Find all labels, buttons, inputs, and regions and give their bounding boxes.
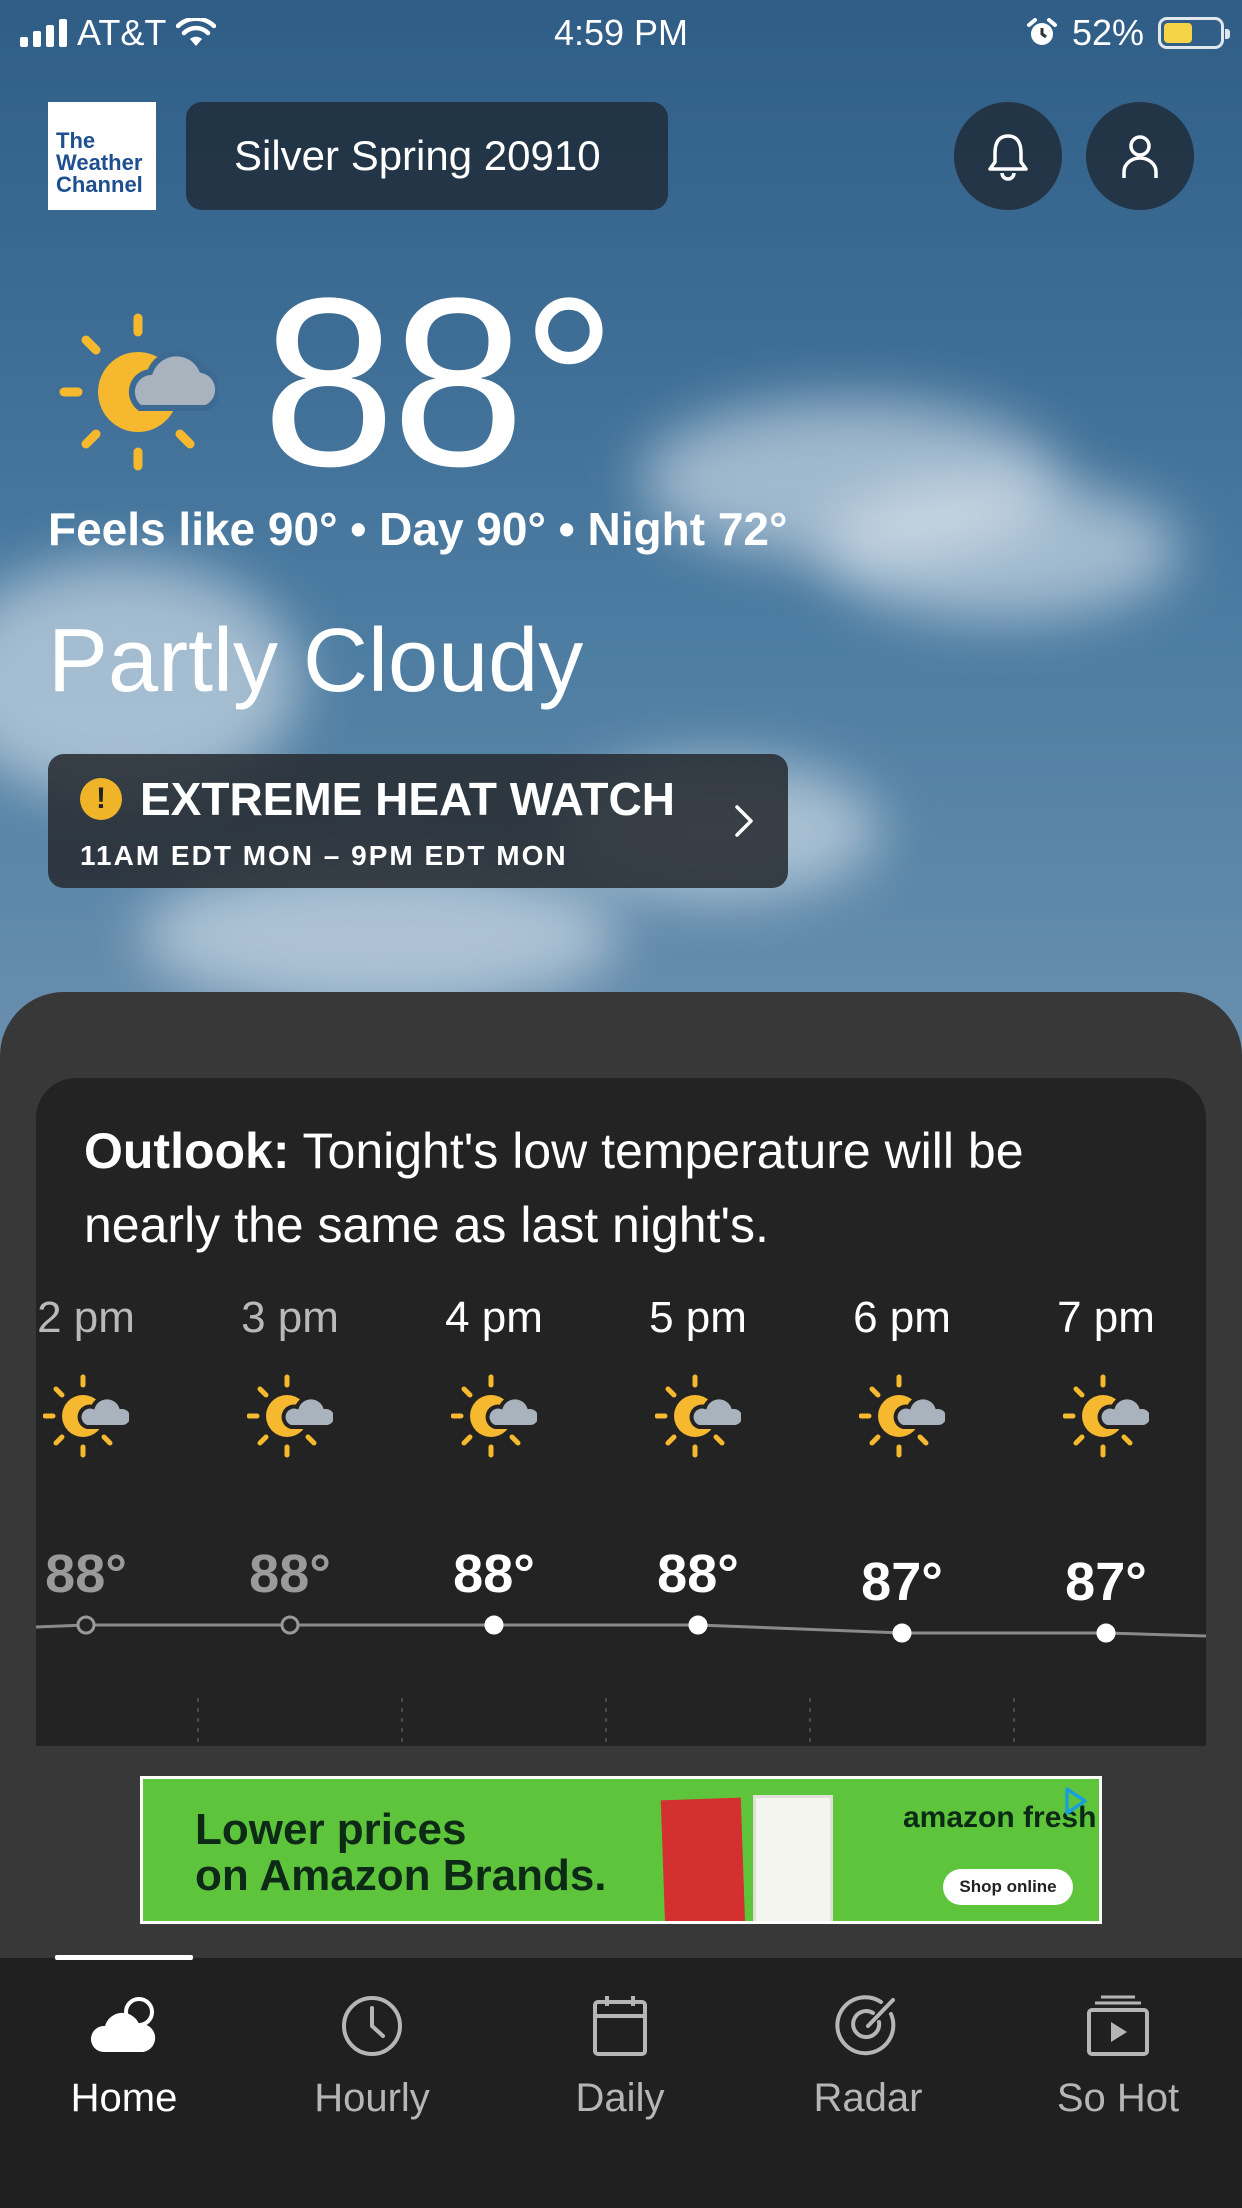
alert-title: EXTREME HEAT WATCH bbox=[140, 773, 675, 825]
hour-label: 7 pm bbox=[1057, 1293, 1155, 1342]
status-right: 52% bbox=[1026, 12, 1230, 54]
tab-home[interactable]: Home bbox=[24, 1994, 224, 2121]
chevron-right-icon bbox=[735, 805, 753, 837]
hour-temperature: 87° bbox=[861, 1552, 943, 1612]
status-bar: AT&T 4:59 PM 52% bbox=[0, 0, 1242, 64]
cereal-box-image bbox=[660, 1797, 746, 1921]
clock-icon bbox=[342, 1996, 402, 2056]
current-temperature: 88° bbox=[262, 248, 617, 516]
hour-label: 3 pm bbox=[241, 1293, 339, 1342]
active-tab-indicator bbox=[55, 1955, 193, 1960]
temp-point bbox=[1096, 1623, 1116, 1643]
juice-carton-image bbox=[753, 1795, 833, 1921]
partly-cloudy-icon bbox=[414, 1373, 574, 1459]
hour-column[interactable]: 6 pm bbox=[822, 1293, 982, 1459]
hour-label: 5 pm bbox=[649, 1293, 747, 1342]
temp-point bbox=[280, 1615, 300, 1635]
location-button[interactable]: Silver Spring 20910 bbox=[186, 102, 668, 210]
hour-temperature: 87° bbox=[1065, 1552, 1147, 1612]
hourly-outlook-card[interactable]: Outlook: Tonight's low temperature will … bbox=[36, 1078, 1206, 1746]
alarm-icon bbox=[1026, 18, 1057, 45]
hour-column[interactable]: 4 pm bbox=[414, 1293, 574, 1459]
calendar-icon bbox=[593, 1996, 647, 2056]
partly-cloudy-icon bbox=[59, 313, 218, 471]
hour-temperature: 88° bbox=[249, 1544, 331, 1604]
hour-temperature: 88° bbox=[453, 1544, 535, 1604]
partly-cloudy-icon bbox=[1026, 1373, 1186, 1459]
hour-temperature: 88° bbox=[657, 1544, 739, 1604]
weather-channel-logo[interactable]: The Weather Channel bbox=[48, 102, 156, 210]
temp-point bbox=[892, 1623, 912, 1643]
bell-icon bbox=[988, 134, 1028, 181]
partly-cloudy-icon bbox=[36, 1373, 166, 1459]
alert-time-range: 11AM EDT MON – 9PM EDT MON bbox=[80, 840, 568, 871]
hour-column[interactable]: 5 pm bbox=[618, 1293, 778, 1459]
temp-point bbox=[484, 1615, 504, 1635]
hour-label: 2 pm bbox=[37, 1293, 135, 1342]
hour-temperature: 88° bbox=[45, 1544, 127, 1604]
temp-point bbox=[688, 1615, 708, 1635]
profile-button[interactable] bbox=[1086, 102, 1194, 210]
partly-cloudy-icon bbox=[618, 1373, 778, 1459]
notifications-button[interactable] bbox=[954, 102, 1062, 210]
tab-hourly[interactable]: Hourly bbox=[272, 1994, 472, 2121]
feels-like-summary: Feels like 90° • Day 90° • Night 72° bbox=[48, 503, 788, 555]
tab-daily[interactable]: Daily bbox=[520, 1994, 720, 2121]
heat-watch-alert[interactable]: ! EXTREME HEAT WATCH 11AM EDT MON – 9PM … bbox=[48, 754, 788, 888]
temp-trend-line bbox=[36, 1623, 1206, 1638]
partly-cloudy-icon bbox=[210, 1373, 370, 1459]
tab-so-hot[interactable]: So Hot bbox=[1018, 1994, 1218, 2121]
battery-icon bbox=[1158, 17, 1230, 49]
temp-point bbox=[76, 1615, 96, 1635]
hour-column[interactable]: 7 pm bbox=[1026, 1293, 1186, 1459]
video-icon bbox=[1087, 1995, 1149, 2056]
hour-label: 4 pm bbox=[445, 1293, 543, 1342]
radar-icon bbox=[835, 1995, 896, 2056]
partly-cloudy-icon bbox=[822, 1373, 982, 1459]
warning-icon: ! bbox=[80, 778, 122, 820]
person-icon bbox=[1122, 135, 1158, 178]
cloud-icon bbox=[90, 1997, 156, 2052]
condition-phrase: Partly Cloudy bbox=[48, 611, 584, 711]
hour-column[interactable]: 3 pm bbox=[210, 1293, 370, 1459]
ad-shop-button[interactable]: Shop online bbox=[943, 1869, 1073, 1905]
battery-percent: 52% bbox=[1071, 12, 1144, 53]
hour-label: 6 pm bbox=[853, 1293, 951, 1342]
ad-headline: Lower prices on Amazon Brands. bbox=[195, 1805, 607, 1900]
location-label: Silver Spring 20910 bbox=[234, 132, 601, 179]
tab-radar[interactable]: Radar bbox=[768, 1994, 968, 2121]
adchoices-icon[interactable] bbox=[1059, 1785, 1091, 1817]
advertisement-banner[interactable]: Lower prices on Amazon Brands. amazon fr… bbox=[140, 1776, 1102, 1924]
hour-column[interactable]: 2 pm bbox=[36, 1293, 166, 1459]
